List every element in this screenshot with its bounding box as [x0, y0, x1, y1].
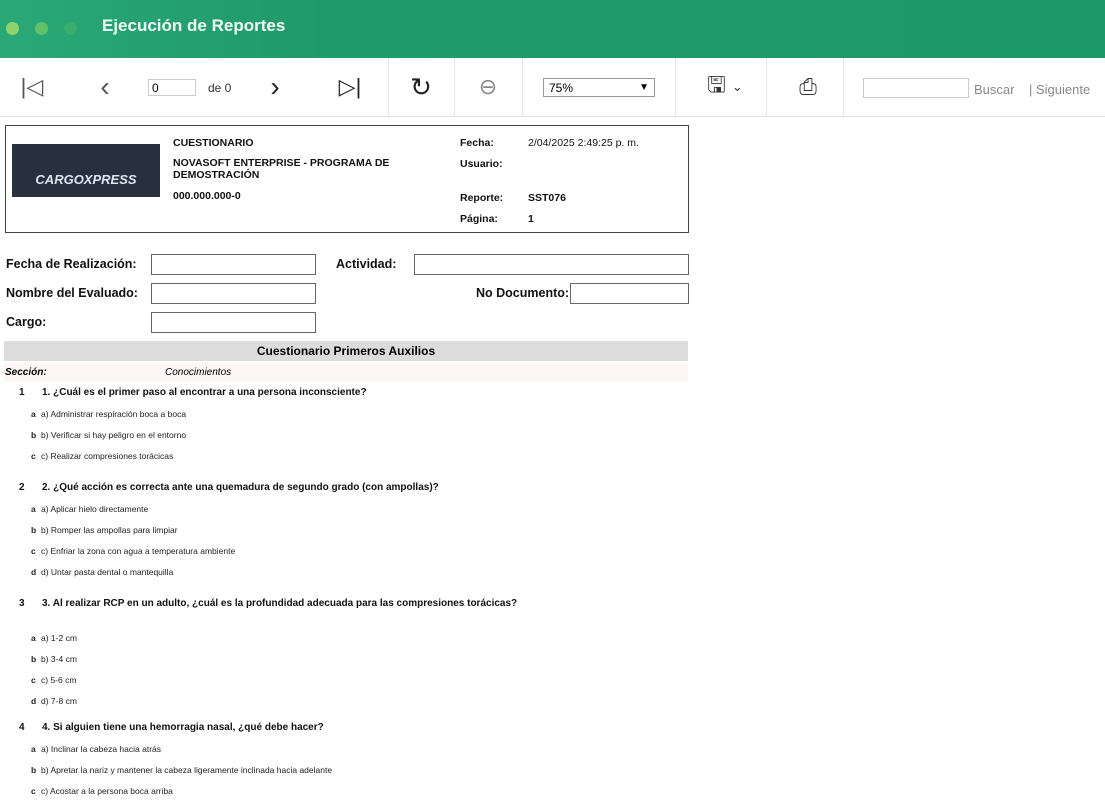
maximize-window-button[interactable]	[64, 22, 77, 35]
company-logo: CARGOXPRESS	[12, 144, 160, 197]
option-text: a) Inclinar la cabeza hacia atrás	[41, 744, 162, 754]
option-letter: d	[31, 567, 37, 577]
section-label: Sección:	[5, 367, 47, 378]
option-letter: c	[31, 451, 36, 461]
window-title: Ejecución de Reportes	[102, 16, 286, 35]
option-text: b) Apretar la nariz y mantener la cabeza…	[41, 765, 333, 775]
title-bar: Ejecución de Reportes	[0, 0, 1105, 58]
option-letter: b	[31, 430, 37, 440]
option-letter: b	[31, 654, 37, 664]
answer-option: c c) Realizar compresiones torácicas	[31, 451, 173, 461]
report-title: CUESTIONARIO	[173, 137, 254, 149]
option-text: a) 1-2 cm	[41, 633, 77, 643]
answer-option: b b) Verificar si hay peligro en el entor…	[31, 430, 186, 440]
option-text: b) 3-4 cm	[41, 654, 77, 664]
option-text: b) Verificar si hay peligro en el entorn…	[41, 430, 187, 440]
option-letter: a	[31, 409, 36, 419]
answer-option: d d) Untar pasta dental o mantequilla	[31, 567, 173, 577]
answer-option: c c) 5-6 cm	[31, 675, 76, 685]
last-page-icon[interactable]: ▷|	[328, 58, 372, 116]
option-letter: c	[31, 786, 36, 796]
pagina-value: 1	[528, 213, 534, 225]
answer-option: b b) Romper las ampollas para limpiar	[31, 525, 178, 535]
answer-option: a a) Administrar respiración boca a boca	[31, 409, 186, 419]
nombre-evaluado-field	[151, 283, 316, 304]
option-letter: a	[31, 504, 36, 514]
fecha-value: 2/04/2025 2:49:25 p. m.	[528, 137, 639, 149]
zoom-select[interactable]: 75% ▼	[543, 78, 655, 97]
chevron-down-icon: ▼	[639, 82, 649, 93]
close-window-button[interactable]	[6, 22, 19, 35]
fecha-realizacion-label: Fecha de Realización:	[6, 257, 137, 271]
section-row: Sección: Conocimientos	[4, 363, 688, 382]
question-text: 1. ¿Cuál es el primer paso al encontrar …	[42, 387, 367, 398]
company-name: NOVASOFT ENTERPRISE - PROGRAMA DE DEMOST…	[173, 157, 390, 181]
answer-option: c c) Enfriar la zona con agua a temperatu…	[31, 546, 235, 556]
print-icon[interactable]: ⎙	[778, 58, 838, 116]
question-number: 4	[19, 722, 25, 733]
answer-option: b b) Apretar la nariz y mantener la cabez…	[31, 765, 332, 775]
option-letter: c	[31, 546, 36, 556]
save-export-icon[interactable]: 🖫 ⌄	[690, 58, 760, 116]
option-text: b) Romper las ampollas para limpiar	[41, 525, 178, 535]
search-input[interactable]	[863, 78, 969, 98]
previous-page-icon[interactable]: ‹	[85, 58, 125, 116]
usuario-label: Usuario:	[460, 158, 503, 170]
fecha-label: Fecha:	[460, 137, 494, 149]
option-text: c) Realizar compresiones torácicas	[41, 451, 174, 461]
option-letter: d	[31, 696, 37, 706]
refresh-icon[interactable]: ↻	[396, 58, 446, 116]
cargo-label: Cargo:	[6, 315, 47, 329]
question-text: 3. Al realizar RCP en un adulto, ¿cuál e…	[42, 598, 518, 609]
option-letter: b	[31, 765, 37, 775]
actividad-field	[414, 254, 689, 275]
option-letter: a	[31, 633, 36, 643]
question-number: 1	[19, 387, 25, 398]
option-text: a) Administrar respiración boca a boca	[41, 409, 187, 419]
option-letter: a	[31, 744, 36, 754]
question-number: 3	[19, 598, 25, 609]
first-page-icon[interactable]: |◁	[10, 58, 54, 116]
option-text: d) 7-8 cm	[41, 696, 77, 706]
option-letter: b	[31, 525, 37, 535]
minimize-window-button[interactable]	[35, 22, 48, 35]
answer-option: a a) Inclinar la cabeza hacia atrás	[31, 744, 161, 754]
nombre-evaluado-label: Nombre del Evaluado:	[6, 286, 138, 300]
back-icon[interactable]: ⊖	[462, 58, 514, 116]
reporte-value: SST076	[528, 192, 566, 204]
section-value: Conocimientos	[165, 367, 232, 378]
page-number-input[interactable]	[148, 79, 196, 96]
answer-option: a a) Aplicar hielo directamente	[31, 504, 148, 514]
page-count: de 0	[208, 81, 232, 95]
actividad-label: Actividad:	[336, 257, 397, 271]
zoom-value: 75%	[549, 80, 574, 95]
option-text: d) Untar pasta dental o mantequilla	[41, 567, 174, 577]
no-documento-label: No Documento:	[476, 286, 570, 300]
next-page-icon[interactable]: ›	[255, 58, 295, 116]
option-text: a) Aplicar hielo directamente	[41, 504, 149, 514]
question-text: 2. ¿Qué acción es correcta ante una quem…	[42, 482, 439, 493]
question-number: 2	[19, 482, 25, 493]
option-text: c) 5-6 cm	[41, 675, 77, 685]
pagina-label: Página:	[460, 213, 498, 225]
next-result-button[interactable]: | Siguiente	[1029, 82, 1090, 97]
questionnaire-title: Cuestionario Primeros Auxilios	[4, 341, 688, 361]
reporte-label: Reporte:	[460, 192, 504, 204]
question-text: 4. Si alguien tiene una hemorragia nasal…	[42, 722, 324, 733]
search-button[interactable]: Buscar	[974, 82, 1014, 97]
answer-option: d d) 7-8 cm	[31, 696, 77, 706]
company-nit: 000.000.000-0	[173, 190, 241, 202]
option-text: c) Enfriar la zona con agua a temperatur…	[41, 546, 236, 556]
option-text: c) Acostar a la persona boca arriba	[41, 786, 173, 796]
answer-option: b b) 3-4 cm	[31, 654, 77, 664]
fecha-realizacion-field	[151, 254, 316, 275]
answer-option: c c) Acostar a la persona boca arriba	[31, 786, 173, 796]
no-documento-field	[570, 283, 689, 304]
answer-option: a a) 1-2 cm	[31, 633, 77, 643]
option-letter: c	[31, 675, 36, 685]
cargo-field	[151, 312, 316, 333]
